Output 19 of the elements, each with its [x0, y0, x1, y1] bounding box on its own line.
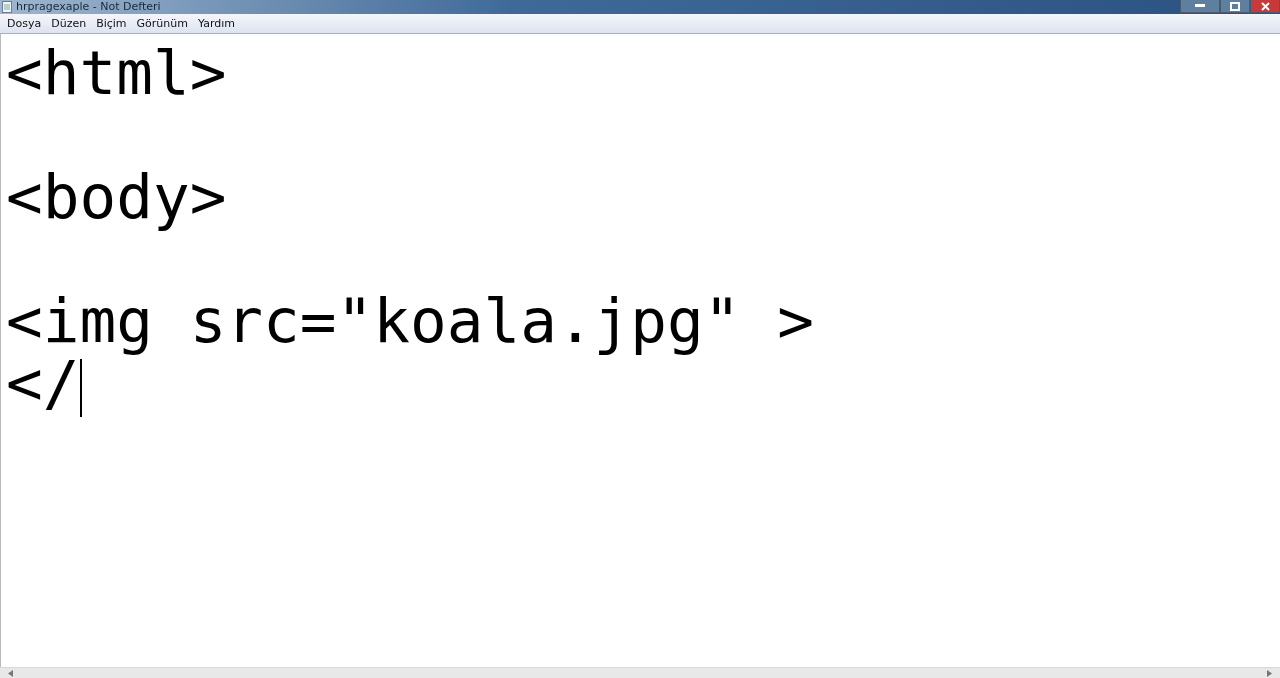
maximize-icon	[1230, 1, 1240, 11]
close-icon	[1260, 1, 1270, 11]
maximize-button[interactable]	[1220, 0, 1250, 13]
minimize-button[interactable]	[1180, 0, 1220, 13]
menu-item[interactable]: Biçim	[91, 17, 132, 30]
menu-item[interactable]: Görünüm	[131, 17, 193, 30]
menu-item[interactable]: Yardım	[193, 17, 241, 30]
code-line: </	[6, 352, 80, 414]
code-line: <html>	[6, 42, 227, 104]
notepad-icon	[2, 1, 12, 13]
scroll-left-icon[interactable]	[8, 669, 13, 677]
menu-item[interactable]: Düzen	[46, 17, 92, 30]
horizontal-scrollbar[interactable]	[0, 667, 1280, 678]
scroll-right-icon[interactable]	[1267, 669, 1272, 677]
minimize-icon	[1195, 4, 1205, 8]
text-cursor	[80, 359, 83, 417]
close-button[interactable]	[1250, 0, 1280, 13]
window-title: hrpragexaple - Not Defteri	[16, 1, 161, 13]
menu-item[interactable]: Dosya	[2, 17, 47, 30]
